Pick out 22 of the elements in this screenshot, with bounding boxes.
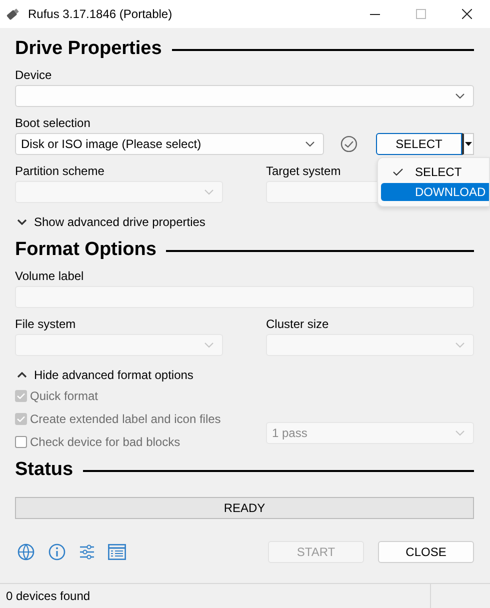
checkbox-label: Check device for bad blocks [30, 434, 180, 448]
boot-selection-dropdown[interactable]: Disk or ISO image (Please select) [15, 133, 324, 155]
close-button[interactable]: CLOSE [378, 541, 474, 563]
field-label: Cluster size [266, 317, 329, 331]
field-label: Partition scheme [15, 164, 104, 178]
section-heading: Format Options [15, 239, 156, 261]
field-label: File system [15, 317, 76, 331]
section-heading: Drive Properties [15, 38, 162, 60]
field-label: Boot selection [15, 116, 90, 130]
checkbox-label: Create extended label and icon files [30, 412, 221, 426]
menu-item[interactable]: DOWNLOAD [381, 183, 489, 201]
field-label: Device [15, 68, 52, 82]
status-bar-text: 0 devices found [6, 589, 90, 603]
menu-item[interactable]: SELECT [381, 163, 489, 181]
toggle-link[interactable]: Show advanced drive properties [34, 215, 206, 229]
window-title: Rufus 3.17.1846 (Portable) [28, 7, 174, 21]
section-heading: Status [15, 459, 74, 481]
checkbox-label: Quick format [30, 388, 98, 402]
field-label: Target system [266, 164, 341, 178]
select-button[interactable]: SELECT [376, 133, 462, 155]
toggle-link[interactable]: Hide advanced format options [34, 368, 194, 382]
field-label: Volume label [15, 269, 84, 283]
